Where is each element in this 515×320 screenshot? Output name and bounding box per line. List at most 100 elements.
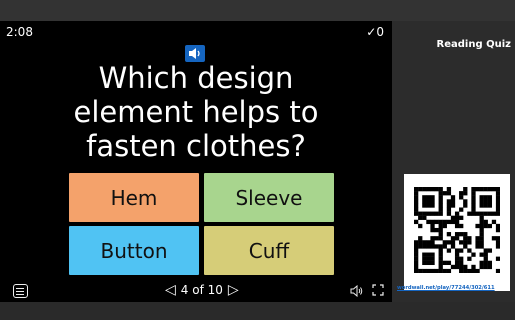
- answer-button[interactable]: Button: [69, 226, 199, 275]
- qr-module: [479, 227, 484, 233]
- qr-module: [446, 199, 452, 204]
- qr-module: [479, 199, 484, 204]
- qr-module: [459, 215, 464, 220]
- qr-module: [414, 244, 419, 249]
- answer-label: Button: [100, 238, 168, 263]
- qr-module: [479, 215, 484, 220]
- qr-module: [475, 268, 480, 273]
- answer-hem[interactable]: Hem: [69, 173, 199, 222]
- qr-module: [487, 187, 493, 192]
- qr-module: [446, 268, 452, 273]
- qr-module: [414, 252, 419, 257]
- qr-module: [414, 191, 419, 196]
- answer-label: Hem: [110, 185, 158, 210]
- qr-module: [426, 260, 431, 266]
- qr-module: [495, 240, 500, 245]
- qr-module: [459, 195, 464, 200]
- qr-module: [487, 223, 493, 229]
- page-indicator: 4 of 10: [180, 283, 223, 297]
- qr-module: [487, 195, 493, 200]
- qr-module: [479, 203, 484, 208]
- qr-module: [438, 207, 443, 212]
- qr-module: [438, 232, 443, 237]
- qr-module: [471, 195, 476, 200]
- read-aloud-button[interactable]: [185, 45, 205, 62]
- qr-module: [471, 264, 476, 270]
- next-arrow-icon[interactable]: ▷: [228, 283, 239, 297]
- sound-icon[interactable]: [350, 285, 364, 297]
- qr-module: [430, 203, 435, 208]
- qr-module: [471, 203, 476, 208]
- timer: 2:08: [6, 25, 33, 39]
- qr-module: [467, 256, 472, 261]
- question-text: Which design element helps to fasten clo…: [73, 61, 319, 163]
- qr-module: [495, 187, 500, 192]
- qr-module: [475, 240, 480, 245]
- qr-module: [426, 252, 431, 257]
- qr-module: [479, 264, 484, 270]
- qr-module: [454, 264, 460, 270]
- qr-module: [475, 244, 480, 249]
- pager: ◁ 4 of 10 ▷: [165, 283, 239, 297]
- qr-module: [483, 248, 488, 253]
- qr-module: [463, 268, 468, 273]
- qr-module: [467, 211, 472, 216]
- fullscreen-icon[interactable]: [372, 284, 384, 296]
- qr-module: [459, 207, 464, 212]
- qr-module: [426, 256, 431, 261]
- qr-module: [450, 199, 456, 204]
- top-strip: [0, 0, 515, 21]
- qr-module: [459, 191, 464, 196]
- qr-module: [430, 244, 435, 249]
- qr-module: [495, 244, 500, 249]
- qr-module: [495, 227, 500, 233]
- qr-module: [418, 211, 423, 216]
- qr-module: [459, 260, 464, 266]
- qr-module: [483, 199, 488, 204]
- qr-module: [422, 268, 427, 273]
- qr-module: [438, 260, 443, 266]
- qr-module: [438, 191, 443, 196]
- qr-module: [471, 207, 476, 212]
- qr-module: [430, 187, 435, 192]
- answer-label: Sleeve: [235, 185, 303, 210]
- qr-module: [414, 240, 419, 245]
- qr-module: [414, 187, 419, 192]
- qr-module: [495, 191, 500, 196]
- qr-module: [454, 256, 460, 261]
- qr-module: [438, 211, 443, 216]
- qr-module: [422, 199, 427, 204]
- qr-module: [418, 240, 423, 245]
- qr-module: [422, 215, 427, 220]
- qr-module: [483, 252, 488, 257]
- qr-module: [414, 260, 419, 266]
- qr-module: [450, 203, 456, 208]
- qr-module: [463, 232, 468, 237]
- qr-module: [446, 248, 452, 253]
- prev-arrow-icon[interactable]: ◁: [165, 283, 176, 297]
- qr-module: [450, 215, 456, 220]
- qr-module: [414, 264, 419, 270]
- answer-sleeve[interactable]: Sleeve: [204, 173, 334, 222]
- answer-cuff[interactable]: Cuff: [204, 226, 334, 275]
- qr-module: [426, 268, 431, 273]
- menu-button[interactable]: [13, 284, 28, 298]
- share-link[interactable]: wordwall.net/play/77244/302/611: [397, 285, 515, 291]
- qr-module: [426, 240, 431, 245]
- qr-module: [438, 244, 443, 249]
- qr-module: [442, 240, 447, 245]
- qr-module: [438, 264, 443, 270]
- qr-module: [471, 199, 476, 204]
- qr-module: [495, 211, 500, 216]
- qr-module: [483, 256, 488, 261]
- qr-module: [430, 240, 435, 245]
- qr-module: [438, 252, 443, 257]
- qr-module: [463, 264, 468, 270]
- qr-module: [430, 223, 435, 229]
- qr-module: [467, 240, 472, 245]
- qr-module: [414, 203, 419, 208]
- qr-module: [459, 256, 464, 261]
- qr-module: [430, 236, 435, 241]
- qr-module: [479, 187, 484, 192]
- qr-module: [442, 260, 447, 266]
